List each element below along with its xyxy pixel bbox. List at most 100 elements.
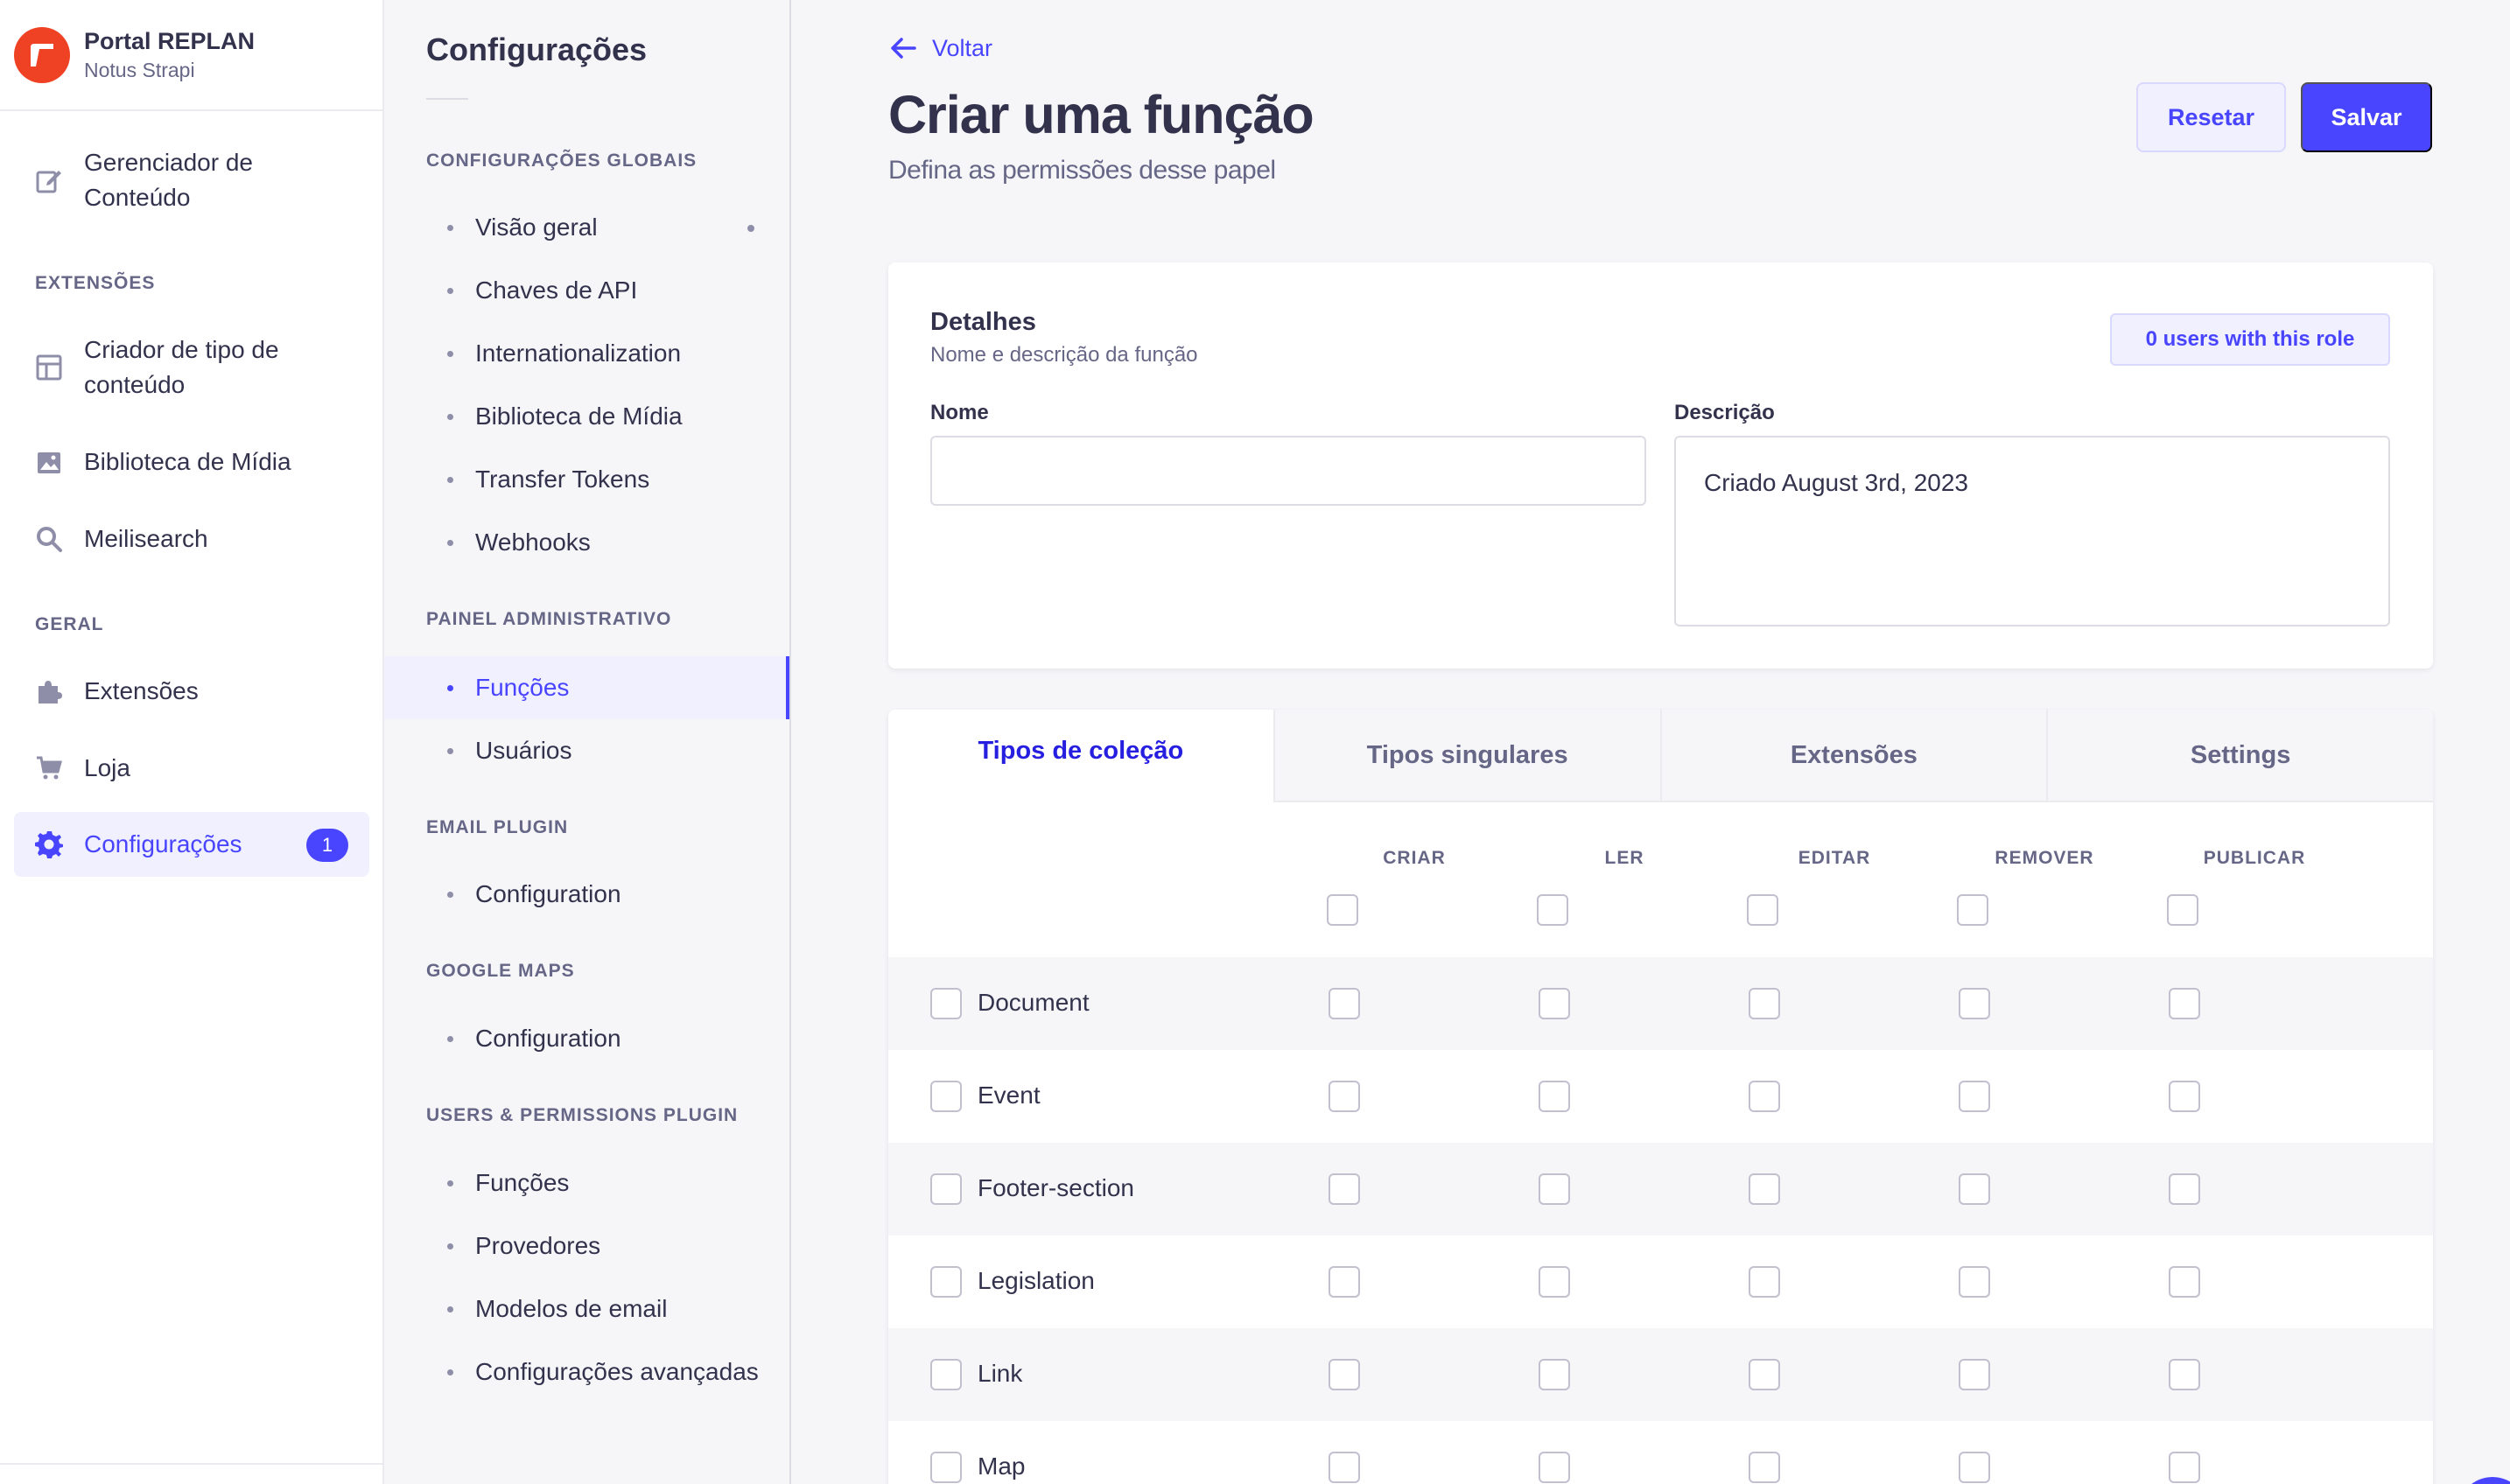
row-select-checkbox[interactable] [930,1359,962,1390]
brand-title: Portal REPLAN [84,27,256,54]
nav-content-type-builder[interactable]: Criador de tipo de conteúdo [14,332,369,402]
update-checkbox[interactable] [1749,1266,1780,1298]
subnav-item-api-tokens[interactable]: Chaves de API [384,259,789,322]
arrow-left-icon [888,33,918,63]
subnav-section-email: EMAIL PLUGIN [426,817,569,837]
subnav-item-webhooks[interactable]: Webhooks [384,511,789,574]
delete-checkbox[interactable] [1959,988,1990,1019]
layout-icon [33,352,65,383]
publish-checkbox[interactable] [2169,1266,2200,1298]
create-checkbox[interactable] [1329,1452,1360,1483]
update-checkbox[interactable] [1749,1173,1780,1205]
page-title: Criar uma função [888,85,1315,144]
brand-logo-icon [14,26,70,83]
tab-plugins[interactable]: Extensões [1659,710,2047,802]
subnav-item-gmaps-configuration[interactable]: Configuration [384,1007,789,1070]
read-checkbox[interactable] [1539,1081,1570,1112]
subnav-section-users-permissions: USERS & PERMISSIONS PLUGIN [426,1105,739,1125]
nav-meilisearch[interactable]: Meilisearch [14,522,369,556]
permission-row-document: Document [888,957,2433,1050]
subnav-item-label: Funções [475,674,570,701]
subnav-item-label: Visão geral [475,214,598,241]
publish-checkbox[interactable] [2169,1081,2200,1112]
update-checkbox[interactable] [1749,1081,1780,1112]
row-select-checkbox[interactable] [930,1081,962,1112]
subnav-item-up-roles[interactable]: Funções [384,1152,789,1214]
read-checkbox[interactable] [1539,1359,1570,1390]
nav-marketplace[interactable]: Loja [14,751,369,786]
reset-button[interactable]: Resetar [2136,82,2286,152]
back-link[interactable]: Voltar [888,33,992,63]
row-select-checkbox[interactable] [930,1173,962,1205]
subnav-section-admin: PAINEL ADMINISTRATIVO [426,609,672,629]
subnav-item-advanced-settings[interactable]: Configurações avançadas [384,1340,789,1404]
gear-icon [33,829,65,860]
nav-content-manager[interactable]: Gerenciador de Conteúdo [14,145,369,215]
publish-checkbox[interactable] [2169,1173,2200,1205]
nav-meili-label: Meilisearch [84,525,208,552]
row-select-checkbox[interactable] [930,1266,962,1298]
select-all-update-checkbox[interactable] [1747,894,1778,926]
read-checkbox[interactable] [1539,1266,1570,1298]
delete-checkbox[interactable] [1959,1452,1990,1483]
create-checkbox[interactable] [1329,1359,1360,1390]
create-checkbox[interactable] [1329,988,1360,1019]
row-label: Legislation [978,1267,1095,1294]
nav-settings[interactable]: Configurações 1 [14,812,369,877]
subnav-item-providers[interactable]: Provedores [384,1214,789,1278]
column-header-delete: REMOVER [1995,848,2094,868]
create-checkbox[interactable] [1329,1173,1360,1205]
subnav-item-roles[interactable]: Funções [384,656,789,719]
update-checkbox[interactable] [1749,988,1780,1019]
read-checkbox[interactable] [1539,1173,1570,1205]
tab-single-types[interactable]: Tipos singulares [1273,710,1660,802]
tab-settings[interactable]: Settings [2046,710,2433,802]
subnav-item-label: Provedores [475,1232,601,1259]
nav-ctb-label: Criador de tipo de conteúdo [84,336,279,398]
subnav-item-overview[interactable]: Visão geral [384,196,789,259]
tab-collection-types[interactable]: Tipos de coleção [888,710,1273,802]
row-select-checkbox[interactable] [930,1452,962,1483]
permission-row-map: Map [888,1421,2433,1484]
publish-checkbox[interactable] [2169,1452,2200,1483]
save-button[interactable]: Salvar [2301,82,2432,152]
select-all-read-checkbox[interactable] [1537,894,1568,926]
publish-checkbox[interactable] [2169,1359,2200,1390]
nav-media-library[interactable]: Biblioteca de Mídia [14,444,369,480]
read-checkbox[interactable] [1539,988,1570,1019]
delete-checkbox[interactable] [1959,1173,1990,1205]
update-checkbox[interactable] [1749,1452,1780,1483]
create-checkbox[interactable] [1329,1081,1360,1112]
delete-checkbox[interactable] [1959,1266,1990,1298]
delete-checkbox[interactable] [1959,1081,1990,1112]
nav-media-label: Biblioteca de Mídia [84,448,291,475]
column-header-read: LER [1604,848,1644,868]
users-count-badge[interactable]: 0 users with this role [2110,313,2390,366]
subnav-item-internationalization[interactable]: Internationalization [384,322,789,385]
create-checkbox[interactable] [1329,1266,1360,1298]
subnav-title: Configurações [426,32,648,67]
row-label: Event [978,1082,1041,1109]
subnav-item-transfer-tokens[interactable]: Transfer Tokens [384,448,789,511]
update-checkbox[interactable] [1749,1359,1780,1390]
select-all-create-checkbox[interactable] [1327,894,1358,926]
publish-checkbox[interactable] [2169,988,2200,1019]
description-textarea[interactable]: Criado August 3rd, 2023 [1674,436,2390,626]
subnav-section-global: CONFIGURAÇÕES GLOBAIS [426,150,698,171]
read-checkbox[interactable] [1539,1452,1570,1483]
subnav-item-label: Biblioteca de Mídia [475,402,683,430]
nav-settings-label: Configurações [84,830,242,858]
delete-checkbox[interactable] [1959,1359,1990,1390]
permission-row-legislation: Legislation [888,1236,2433,1328]
select-all-publish-checkbox[interactable] [2167,894,2198,926]
subnav-item-email-templates[interactable]: Modelos de email [384,1278,789,1340]
nav-plugins[interactable]: Extensões [14,674,369,709]
subnav-item-users[interactable]: Usuários [384,719,789,782]
pencil-square-icon [33,164,65,196]
select-all-delete-checkbox[interactable] [1957,894,1988,926]
name-input[interactable] [930,436,1646,506]
row-select-checkbox[interactable] [930,988,962,1019]
subnav-item-email-configuration[interactable]: Configuration [384,863,789,926]
subnav-item-media-library[interactable]: Biblioteca de Mídia [384,385,789,448]
help-floating-button[interactable] [2457,1477,2510,1484]
